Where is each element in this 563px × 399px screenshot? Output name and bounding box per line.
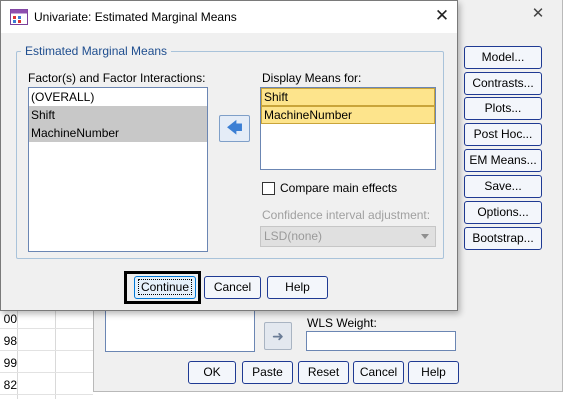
continue-button[interactable]: Continue — [134, 276, 196, 299]
list-item[interactable]: Shift — [29, 106, 207, 124]
reset-button[interactable]: Reset — [298, 361, 349, 384]
close-icon[interactable]: ✕ — [433, 7, 451, 25]
em-means-dialog: Univariate: Estimated Marginal Means ✕ E… — [0, 0, 458, 311]
cancel-button[interactable]: Cancel — [204, 276, 261, 299]
grid-line — [0, 350, 93, 351]
ci-adjustment-value: LSD(none) — [264, 229, 323, 243]
factors-label: Factor(s) and Factor Interactions: — [28, 71, 206, 85]
wls-weight-label: WLS Weight: — [307, 316, 377, 330]
model-button[interactable]: Model... — [464, 46, 542, 69]
dialog-title: Univariate: Estimated Marginal Means — [34, 10, 237, 24]
compare-main-effects-checkbox[interactable] — [262, 182, 275, 195]
options-button[interactable]: Options... — [464, 201, 542, 224]
cancel-button[interactable]: Cancel — [353, 361, 404, 384]
chevron-down-icon — [421, 234, 429, 239]
variable-list[interactable] — [105, 308, 255, 352]
grid-line — [0, 328, 93, 329]
compare-main-effects-label: Compare main effects — [280, 181, 398, 195]
spss-dialog-icon — [10, 9, 28, 25]
contrasts-button[interactable]: Contrasts... — [464, 72, 542, 95]
save-button[interactable]: Save... — [464, 175, 542, 198]
list-item[interactable]: MachineNumber — [261, 106, 435, 124]
display-means-label: Display Means for: — [262, 71, 362, 85]
ci-adjustment-label: Confidence interval adjustment: — [262, 208, 431, 222]
plots-button[interactable]: Plots... — [464, 97, 542, 120]
help-button[interactable]: Help — [267, 276, 328, 299]
em-means-button[interactable]: EM Means... — [464, 149, 542, 172]
group-title: Estimated Marginal Means — [21, 44, 172, 58]
arrow-left-icon[interactable]: 🡄 — [219, 115, 250, 142]
wls-weight-field[interactable] — [306, 331, 456, 351]
ok-button[interactable]: OK — [188, 361, 236, 384]
row-number: 82 — [3, 378, 17, 392]
grid-line — [0, 394, 93, 395]
post-hoc-button[interactable]: Post Hoc... — [464, 123, 542, 146]
list-item[interactable]: (OVERALL) — [29, 88, 207, 106]
grid-line — [0, 372, 93, 373]
bootstrap-button[interactable]: Bootstrap... — [464, 227, 542, 250]
ci-adjustment-select[interactable]: LSD(none) — [260, 226, 436, 247]
title-bar: Univariate: Estimated Marginal Means ✕ — [1, 1, 457, 33]
continue-label: Continue — [137, 279, 193, 295]
close-icon[interactable]: ✕ — [530, 6, 546, 22]
row-number: 99 — [3, 356, 17, 370]
list-item[interactable]: MachineNumber — [29, 124, 207, 142]
arrow-right-icon[interactable]: ➜ — [264, 322, 292, 350]
list-item[interactable]: Shift — [261, 88, 435, 106]
row-number: 00 — [3, 312, 17, 326]
paste-button[interactable]: Paste — [242, 361, 293, 384]
display-means-list[interactable]: Shift MachineNumber — [260, 87, 436, 170]
help-button[interactable]: Help — [408, 361, 459, 384]
row-number: 98 — [3, 334, 17, 348]
factors-list[interactable]: (OVERALL) Shift MachineNumber — [28, 87, 208, 252]
